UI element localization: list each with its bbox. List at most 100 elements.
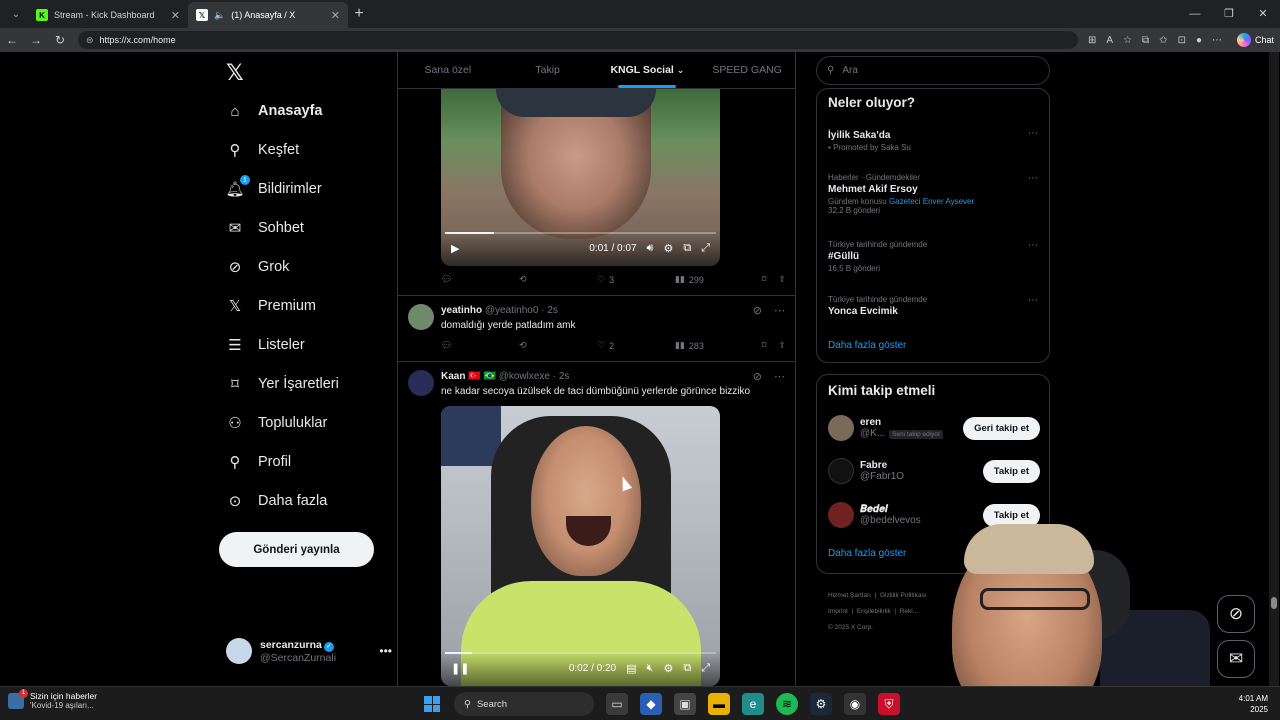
footer-link[interactable]: Gizlilik Politikası (880, 592, 927, 599)
nav-item-explore[interactable]: ⚲ Keşfet (226, 138, 300, 162)
avatar[interactable] (828, 415, 854, 441)
bookmark-icon[interactable]: ⌑ (762, 340, 767, 351)
task-view-icon[interactable]: ▭ (606, 693, 628, 715)
refresh-icon[interactable]: ↻ (48, 33, 72, 47)
author-name[interactable]: yeatinho (441, 305, 482, 316)
muted-volume-icon[interactable]: 🔇︎ (647, 662, 654, 675)
show-more-link[interactable]: Daha fazla göster (828, 340, 906, 351)
follow-back-button[interactable]: Geri takip et (963, 416, 1040, 440)
post-time[interactable]: · 2s (541, 305, 558, 316)
favorite-star-icon[interactable]: ☆ (1123, 35, 1132, 46)
views-button[interactable]: ▮▮ 299 (675, 274, 757, 285)
profile-avatar-icon[interactable]: ● (1196, 35, 1202, 46)
new-tab-button[interactable]: + (348, 5, 370, 23)
more-dots-icon[interactable]: ⋯ (774, 370, 785, 383)
edge-browser-icon[interactable]: e (742, 693, 764, 715)
author-handle[interactable]: @yeatinho0 (485, 305, 539, 316)
settings-gear-icon[interactable]: ⚙ (663, 242, 673, 255)
taskbar-search[interactable]: ⚲ Search (454, 692, 594, 716)
chevron-down-icon[interactable]: ⌄ (677, 65, 685, 76)
collections-icon[interactable]: ⊡ (1178, 35, 1186, 46)
tab-following[interactable]: Takip (498, 52, 598, 88)
system-clock[interactable]: 4:01 AM 2025 (1239, 693, 1268, 715)
post-button[interactable]: Gönderi yayınla (219, 532, 374, 567)
copilot-chat-button[interactable]: Chat (1236, 33, 1274, 47)
obs-icon[interactable]: ◉ (844, 693, 866, 715)
reply-icon[interactable]: 💬︎ (441, 274, 519, 285)
pause-icon[interactable]: ❚❚ (451, 662, 469, 675)
extensions-icon[interactable]: ⧉ (1142, 35, 1149, 46)
scrollbar-thumb[interactable] (1271, 597, 1277, 609)
antivirus-icon[interactable]: ⛨ (878, 693, 900, 715)
more-dots-icon[interactable]: ⋯ (1028, 240, 1038, 251)
like-button[interactable]: ♡ 3 (597, 274, 675, 285)
tab-close-icon[interactable]: ✕ (171, 9, 180, 22)
trend-item[interactable]: Türkiye tarihinde gündemde Yonca Evcimik… (828, 295, 1038, 319)
nav-item-profile[interactable]: ⚲ Profil (226, 450, 292, 474)
repost-icon[interactable]: ⟲ (519, 340, 597, 351)
minimize-icon[interactable]: — (1178, 0, 1212, 28)
more-dots-icon[interactable]: ⋯ (1028, 295, 1038, 306)
nav-item-notifications[interactable]: 🔔︎ 1 Bildirimler (225, 175, 322, 201)
forward-arrow-icon[interactable]: → (24, 33, 48, 47)
browser-tab-kick[interactable]: K Stream - Kick Dashboard ✕ (28, 2, 188, 28)
nav-item-more[interactable]: ⊙ Daha fazla (226, 489, 328, 513)
show-more-link[interactable]: Daha fazla göster (828, 548, 906, 559)
tab-kngl-social[interactable]: KNGL Social ⌄ (598, 52, 698, 88)
apps-icon[interactable]: ⊞ (1088, 35, 1096, 46)
browser-tab-x[interactable]: 𝕏 🔈 (1) Anasayfa / X ✕ (188, 2, 348, 28)
store-icon[interactable]: ▣ (674, 693, 696, 715)
avatar[interactable] (408, 370, 434, 396)
volume-icon[interactable]: 🔊︎ (647, 242, 654, 255)
views-button[interactable]: ▮▮ 283 (675, 340, 757, 351)
avatar[interactable] (828, 458, 854, 484)
settings-gear-icon[interactable]: ⚙ (663, 662, 673, 675)
news-widget[interactable]: 1 Sizin için haberler 'Kovid-19 aşıları.… (8, 688, 97, 710)
play-icon[interactable]: ▶ (451, 242, 459, 255)
avatar[interactable] (408, 304, 434, 330)
search-input[interactable]: ⚲ Ara (816, 56, 1050, 85)
file-explorer-icon[interactable]: ▬ (708, 693, 730, 715)
video-player[interactable]: ❚❚ 0:02 / 0:20 ▤ 🔇︎ ⚙ ⧉ ⤢ (441, 406, 720, 686)
nav-item-lists[interactable]: ☰ Listeler (226, 333, 304, 357)
reply-icon[interactable]: 💬︎ (441, 340, 519, 351)
follow-suggestion[interactable]: Fabre @Fabr1O Takip et (828, 456, 1040, 486)
account-switcher[interactable]: sercanzurna ✓ @SercanZurnali ••• (226, 638, 392, 664)
favorites-icon[interactable]: ✩ (1159, 35, 1167, 46)
post-time[interactable]: · 2s (553, 371, 570, 382)
repost-icon[interactable]: ⟲ (519, 274, 597, 285)
more-icon[interactable]: ⋯ (1212, 35, 1222, 46)
nav-item-grok[interactable]: ⊘ Grok (226, 255, 290, 279)
fullscreen-icon[interactable]: ⤢ (701, 242, 710, 255)
nav-item-communities[interactable]: ⚇ Topluluklar (226, 411, 327, 435)
captions-icon[interactable]: ▤ (626, 662, 636, 675)
trend-item[interactable]: Haberler · Gündemdekiler Mehmet Akif Ers… (828, 173, 1038, 215)
x-logo-icon[interactable]: 𝕏 (226, 60, 244, 86)
nav-item-premium[interactable]: 𝕏 Premium (226, 294, 316, 318)
author-name[interactable]: Kaan (441, 371, 465, 382)
tab-list-chevron-icon[interactable]: ⌄ (4, 4, 28, 24)
copilot-app-icon[interactable]: ◆ (640, 693, 662, 715)
site-info-icon[interactable]: ⊜ (86, 35, 94, 46)
pip-icon[interactable]: ⧉ (683, 242, 691, 255)
pip-icon[interactable]: ⧉ (683, 662, 691, 675)
share-icon[interactable]: ⇪ (778, 274, 786, 285)
footer-link[interactable]: Erişilebilirlik (857, 608, 891, 615)
grok-icon[interactable]: ⊘ (753, 370, 762, 383)
footer-link[interactable]: Hizmet Şartları (828, 592, 871, 599)
trend-item[interactable]: İyilik Saka'da ▪ Promoted by Saka Su ⋯ (828, 128, 1038, 152)
footer-link[interactable]: Rekl... (900, 608, 918, 615)
nav-item-home[interactable]: ⌂ Anasayfa (226, 99, 322, 123)
tab-speed-gang[interactable]: SPEED GANG (697, 52, 795, 88)
tab-for-you[interactable]: Sana özel (398, 52, 498, 88)
more-dots-icon[interactable]: ••• (379, 644, 392, 658)
more-dots-icon[interactable]: ⋯ (1028, 173, 1038, 184)
speaker-icon[interactable]: 🔈 (214, 10, 225, 21)
restore-icon[interactable]: ❐ (1212, 0, 1246, 28)
fullscreen-icon[interactable]: ⤢ (701, 662, 710, 675)
tweet-yeatinho[interactable]: yeatinho @yeatinho0 · 2s ⊘ ⋯ domaldığı ye… (398, 296, 795, 361)
follow-button[interactable]: Takip et (982, 459, 1040, 483)
read-aloud-icon[interactable]: A (1106, 35, 1113, 46)
steam-icon[interactable]: ⚙ (810, 693, 832, 715)
trend-link[interactable]: Gazeteci Enver Aysever (889, 197, 974, 206)
